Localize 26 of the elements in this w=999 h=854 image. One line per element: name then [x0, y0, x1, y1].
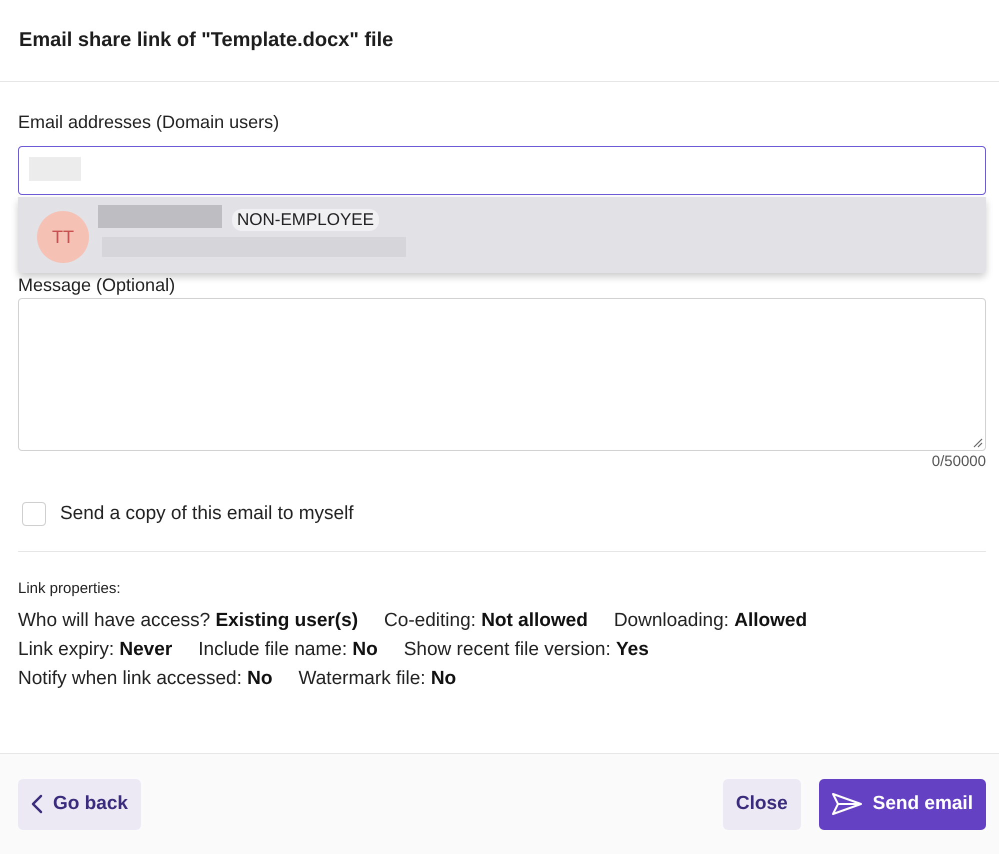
character-counter: 0/50000: [932, 453, 986, 470]
link-property: Co-editing: Not allowed: [384, 610, 588, 632]
go-back-button[interactable]: Go back: [18, 778, 141, 830]
section-heading: Link properties:: [18, 580, 121, 597]
send-email-button[interactable]: Send email: [818, 778, 986, 830]
suggestion-menu[interactable]: TT NON-EMPLOYEE: [18, 197, 986, 273]
avatar: TT: [37, 211, 89, 263]
link-property: Downloading: Allowed: [614, 610, 808, 632]
field-label: Email addresses (Domain users): [18, 112, 280, 133]
link-property: Notify when link accessed: No: [18, 668, 272, 690]
email-input-field[interactable]: [18, 146, 986, 195]
send-icon: [830, 792, 863, 816]
link-property: Include file name: No: [198, 639, 378, 661]
link-property: Show recent file version: Yes: [404, 639, 649, 661]
checkbox-label: Send a copy of this email to myself: [60, 503, 354, 525]
link-property: Link expiry: Never: [18, 639, 172, 661]
link-property: Watermark file: No: [298, 668, 456, 690]
link-property: Who will have access? Existing user(s): [18, 610, 358, 632]
checkbox[interactable]: [22, 502, 46, 526]
field-label: Message (Optional): [18, 275, 176, 295]
close-button[interactable]: Close: [722, 778, 801, 830]
chevron-left-icon: [31, 794, 43, 814]
resize-grip-icon[interactable]: [971, 436, 983, 448]
user-type-tag: NON-EMPLOYEE: [232, 209, 379, 231]
message-input-field[interactable]: [18, 298, 986, 451]
dialog-title: Email share link of "Template.docx" file: [19, 29, 394, 52]
